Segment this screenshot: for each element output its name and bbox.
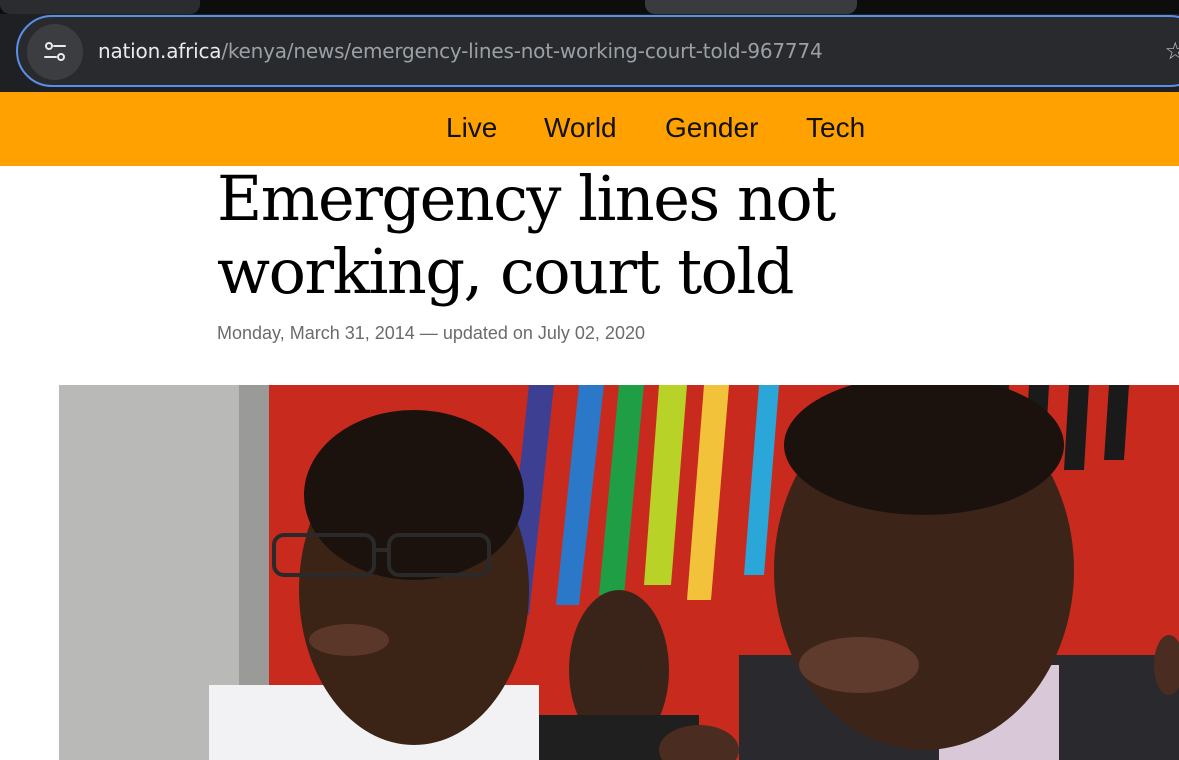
published-date: Monday, March 31, 2014 (217, 323, 415, 343)
nav-item-tech[interactable]: Tech (806, 112, 865, 144)
address-bar[interactable]: nation.africa/kenya/news/emergency-lines… (16, 15, 1179, 87)
star-outline-icon[interactable]: ☆ (1164, 37, 1179, 65)
url-host: nation.africa (98, 39, 222, 63)
article-headline: Emergency lines not working, court told (217, 162, 836, 308)
browser-chrome: nation.africa/kenya/news/emergency-lines… (0, 0, 1179, 92)
nav-item-live[interactable]: Live (446, 112, 497, 144)
site-info-button[interactable] (27, 24, 83, 80)
url-path: /kenya/news/emergency-lines-not-working-… (221, 39, 823, 63)
nav-item-gender[interactable]: Gender (665, 112, 758, 144)
tune-icon (44, 42, 66, 61)
nav-item-world[interactable]: World (544, 112, 617, 144)
url-text[interactable]: nation.africa/kenya/news/emergency-lines… (98, 39, 823, 63)
updated-date: updated on July 02, 2020 (442, 323, 645, 343)
site-nav: Live World Gender Tech (0, 92, 1179, 166)
photo-illustration (59, 385, 1179, 760)
article-dateline: Monday, March 31, 2014 — updated on July… (217, 323, 645, 344)
browser-tab[interactable] (0, 0, 200, 14)
tab-strip (0, 0, 1179, 14)
date-separator: — (419, 323, 438, 343)
article-photo[interactable] (59, 385, 1179, 760)
browser-tab[interactable] (645, 0, 857, 14)
